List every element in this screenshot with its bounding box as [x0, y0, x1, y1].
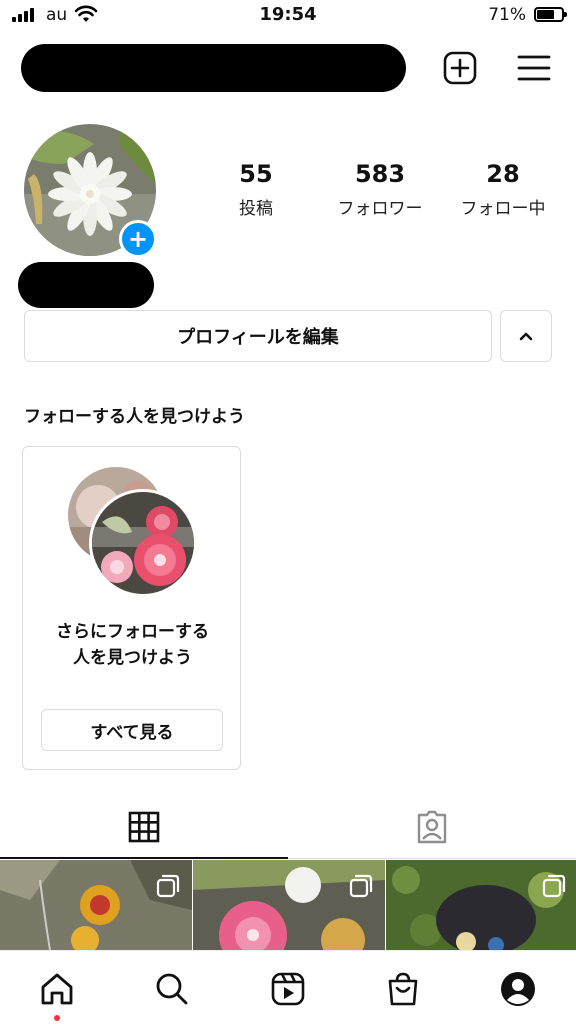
active-tab-indicator — [0, 857, 288, 859]
posts-count: 55 — [239, 160, 273, 188]
status-bar: au 19:54 71% — [0, 0, 576, 32]
posts-stat[interactable]: 55 投稿 — [196, 160, 316, 219]
followers-stat[interactable]: 583 フォロワー — [320, 160, 440, 219]
multiple-posts-icon — [156, 874, 180, 898]
following-stat[interactable]: 28 フォロー中 — [443, 160, 563, 219]
discover-card: さらにフォローする 人を見つけよう すべて見る — [22, 446, 241, 770]
battery-icon — [534, 7, 567, 22]
nav-shop[interactable] — [383, 969, 423, 1009]
multiple-posts-icon — [542, 874, 566, 898]
nav-search[interactable] — [152, 969, 192, 1009]
posts-label: 投稿 — [239, 199, 273, 219]
post-thumbnail[interactable] — [193, 860, 385, 950]
discover-card-line1: さらにフォローする — [56, 622, 209, 642]
chevron-up-icon — [519, 332, 533, 341]
suggestions-toggle-button[interactable] — [500, 310, 552, 362]
post-thumbnail[interactable] — [386, 860, 576, 950]
see-all-button[interactable]: すべて見る — [41, 709, 223, 751]
tab-tagged[interactable] — [288, 796, 576, 858]
suggested-avatar-front — [89, 489, 197, 597]
post-thumbnail[interactable] — [0, 860, 192, 950]
create-post-button[interactable] — [442, 50, 478, 86]
followers-count: 583 — [354, 160, 406, 188]
nav-home[interactable] — [37, 969, 77, 1009]
discover-card-line2: 人を見つけよう — [73, 648, 192, 668]
bottom-nav — [0, 950, 576, 1024]
menu-icon — [517, 55, 551, 81]
reels-icon — [271, 972, 305, 1006]
following-label: フォロー中 — [460, 199, 546, 219]
tab-posts-grid[interactable] — [0, 796, 288, 858]
nav-profile[interactable] — [498, 969, 538, 1009]
display-name-redacted — [18, 262, 154, 308]
menu-button[interactable] — [516, 50, 552, 86]
tab-divider — [288, 858, 576, 859]
nav-reels[interactable] — [268, 969, 308, 1009]
discover-people-heading: フォローする人を見つけよう — [24, 407, 245, 427]
search-icon — [156, 973, 188, 1005]
add-story-button[interactable]: + — [119, 220, 157, 258]
grid-icon — [128, 811, 160, 843]
battery-percent: 71% — [488, 5, 526, 25]
tagged-icon — [417, 810, 447, 844]
shop-icon — [388, 972, 418, 1006]
username-redacted[interactable] — [21, 44, 406, 92]
multiple-posts-icon — [349, 874, 373, 898]
following-count: 28 — [486, 160, 520, 188]
followers-label: フォロワー — [337, 199, 423, 219]
notification-dot — [54, 1015, 60, 1021]
home-icon — [41, 973, 73, 1005]
discover-card-text: さらにフォローする 人を見つけよう — [23, 619, 242, 671]
profile-icon — [501, 972, 535, 1006]
edit-profile-button[interactable]: プロフィールを編集 — [24, 310, 492, 362]
plus-square-icon — [443, 51, 477, 85]
